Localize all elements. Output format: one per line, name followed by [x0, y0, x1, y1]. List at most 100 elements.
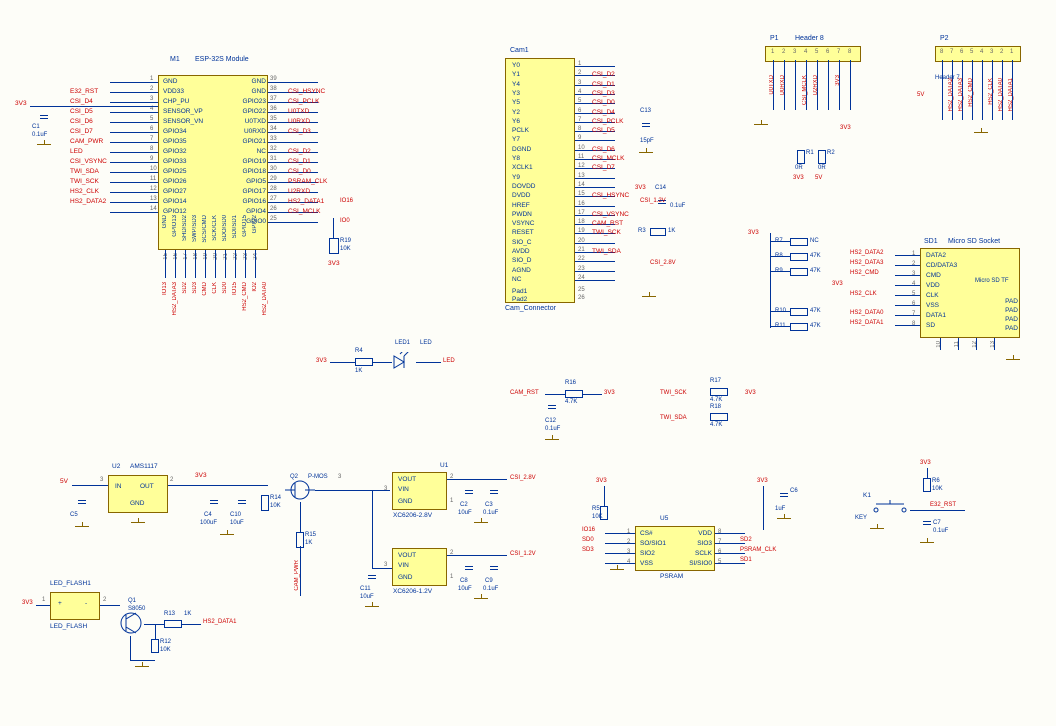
cap-c5: [78, 495, 86, 509]
psram-3v3-r: 3V3: [757, 478, 768, 484]
cam-net-2: CSI_D1: [592, 81, 615, 88]
psram-sd0: SD0: [582, 537, 594, 543]
res-r4: [355, 358, 373, 366]
m1-lpin-0: GND: [163, 78, 177, 85]
sd-net-d3: HS2_DATA3: [850, 260, 883, 266]
c1-val: 0.1uF: [32, 132, 47, 138]
cam-pin-0: Y0: [512, 62, 520, 69]
led-3v3: 3V3: [316, 358, 327, 364]
gnd-p2: [974, 128, 988, 138]
cap-c4: [210, 495, 218, 509]
m1-bnet-5: CLK: [212, 282, 218, 294]
m1-rnet-2: CSI_PCLK: [288, 98, 319, 105]
m1-bpin-4: SCS/CMD: [202, 215, 208, 243]
gnd-c5: [75, 522, 89, 532]
npn-icon: [118, 610, 144, 636]
twisda-net: TWI_SDA: [660, 415, 687, 421]
p1-net-1: U0RXD: [780, 75, 786, 95]
m1-lnet-12: HS2_DATA2: [70, 198, 106, 205]
cap-c12: [548, 400, 556, 414]
twi-3v3: 3V3: [745, 390, 756, 396]
u1b-vin: VIN: [398, 562, 409, 569]
cam-dvdd-net: CSI_1.2V: [640, 198, 666, 204]
camrst-net: CAM_RST: [510, 390, 539, 396]
k1-label: KEY: [855, 515, 867, 521]
R8-val: 47K: [810, 253, 821, 259]
sd1-pad-1: PAD: [1005, 307, 1018, 314]
cam-pin-3: Y3: [512, 90, 520, 97]
u1b-name: XC6206-1.2V: [393, 588, 432, 595]
cam-pin-21: SIO_D: [512, 257, 532, 264]
p2-net-5: HS2_DATA0: [998, 78, 1004, 111]
r3-val: 1K: [668, 228, 675, 234]
led-net: LED: [443, 358, 455, 364]
switch-icon: [870, 500, 910, 514]
gnd-u1b: [474, 594, 488, 604]
u2-name: AMS1117: [130, 463, 158, 470]
gnd-k1a: [870, 524, 884, 534]
m1-bpin-5: SCK/CLK: [212, 215, 218, 241]
q1-ref: Q1: [128, 598, 136, 604]
cam-pin-6: Y6: [512, 118, 520, 125]
res-r14: [261, 495, 269, 511]
p2-net-2: HS2_CMD: [968, 78, 974, 107]
lf-name: LED_FLASH: [50, 623, 87, 630]
m1-rnet-12: HS2_DATA1: [288, 198, 324, 205]
u1-vin: VIN: [398, 486, 409, 493]
res-r19: [329, 238, 339, 254]
m1-rpin-8: GPIO19: [243, 158, 266, 165]
gnd-sd1: [1006, 355, 1020, 365]
cap-c9: [490, 561, 498, 575]
c7-val: 0.1uF: [933, 528, 948, 534]
m1-lpin-8: GPIO33: [163, 158, 186, 165]
p2-5v: 5V: [917, 92, 924, 98]
sd1-pin-7: SD: [926, 322, 935, 329]
sd1-pad-3: PAD: [1005, 325, 1018, 332]
cam-pin-4: Y5: [512, 99, 520, 106]
r1-val: 0R: [795, 165, 803, 171]
r4-val: 1K: [355, 368, 362, 374]
sd-net-cmd: HS2_CMD: [850, 270, 879, 276]
res-r12: [151, 639, 159, 653]
cam-net-18: TWI_SCK: [592, 229, 621, 236]
sd1-pin-1: CD/DATA3: [926, 262, 957, 269]
u5-r3: SI/SIO0: [689, 560, 712, 567]
m1-lpin-11: GPIO27: [163, 188, 186, 195]
R10-val: 47K: [810, 308, 821, 314]
cap-c13: [642, 118, 650, 132]
c13-val: 15pF: [640, 138, 654, 144]
psram-3v3-l: 3V3: [596, 478, 607, 484]
res-R9: [790, 268, 808, 276]
cam-net-10: CSI_MCLK: [592, 155, 625, 162]
r2-ref: R2: [827, 150, 835, 156]
m1-name: ESP-32S Module: [195, 56, 249, 63]
sd1-pad-0: PAD: [1005, 298, 1018, 305]
m1-lpin-10: GPIO26: [163, 178, 186, 185]
u5-l3: VSS: [640, 560, 653, 567]
r6-val: 10K: [932, 486, 943, 492]
sd1-pin-4: CLK: [926, 292, 939, 299]
r13-ref: R13: [164, 611, 175, 617]
m1-rpin-5: U0RXD: [244, 128, 266, 135]
header-p2: [935, 46, 1021, 62]
cam-net-9: CSI_D6: [592, 146, 615, 153]
cam1-ref: Cam1: [510, 47, 529, 54]
m1-lnet-9: TWI_SDA: [70, 168, 99, 175]
m1-lnet-11: HS2_CLK: [70, 188, 99, 195]
gnd-cam: [642, 292, 656, 302]
m1-bnet-1: HS2_DATA3: [172, 282, 178, 315]
cam1-name: Cam_Connector: [505, 305, 556, 312]
gnd-c1: [37, 140, 51, 150]
chip-u2: [108, 475, 168, 513]
m1-bpin-0: GND: [162, 215, 168, 228]
cam-net-20: TWI_SDA: [592, 248, 621, 255]
m1-rnet-13: CSI_MCLK: [288, 208, 321, 215]
cam-pin-12: Y9: [512, 174, 520, 181]
cam-net-4: CSI_D0: [592, 99, 615, 106]
c3-val: 0.1uF: [483, 510, 498, 516]
m1-lnet-4: CSI_D6: [70, 118, 93, 125]
r14-ref: R14: [270, 495, 281, 501]
sd1-pin-2: CMD: [926, 272, 941, 279]
cam-pin-18: RESET: [512, 229, 534, 236]
psram-sd2: SD2: [740, 537, 752, 543]
